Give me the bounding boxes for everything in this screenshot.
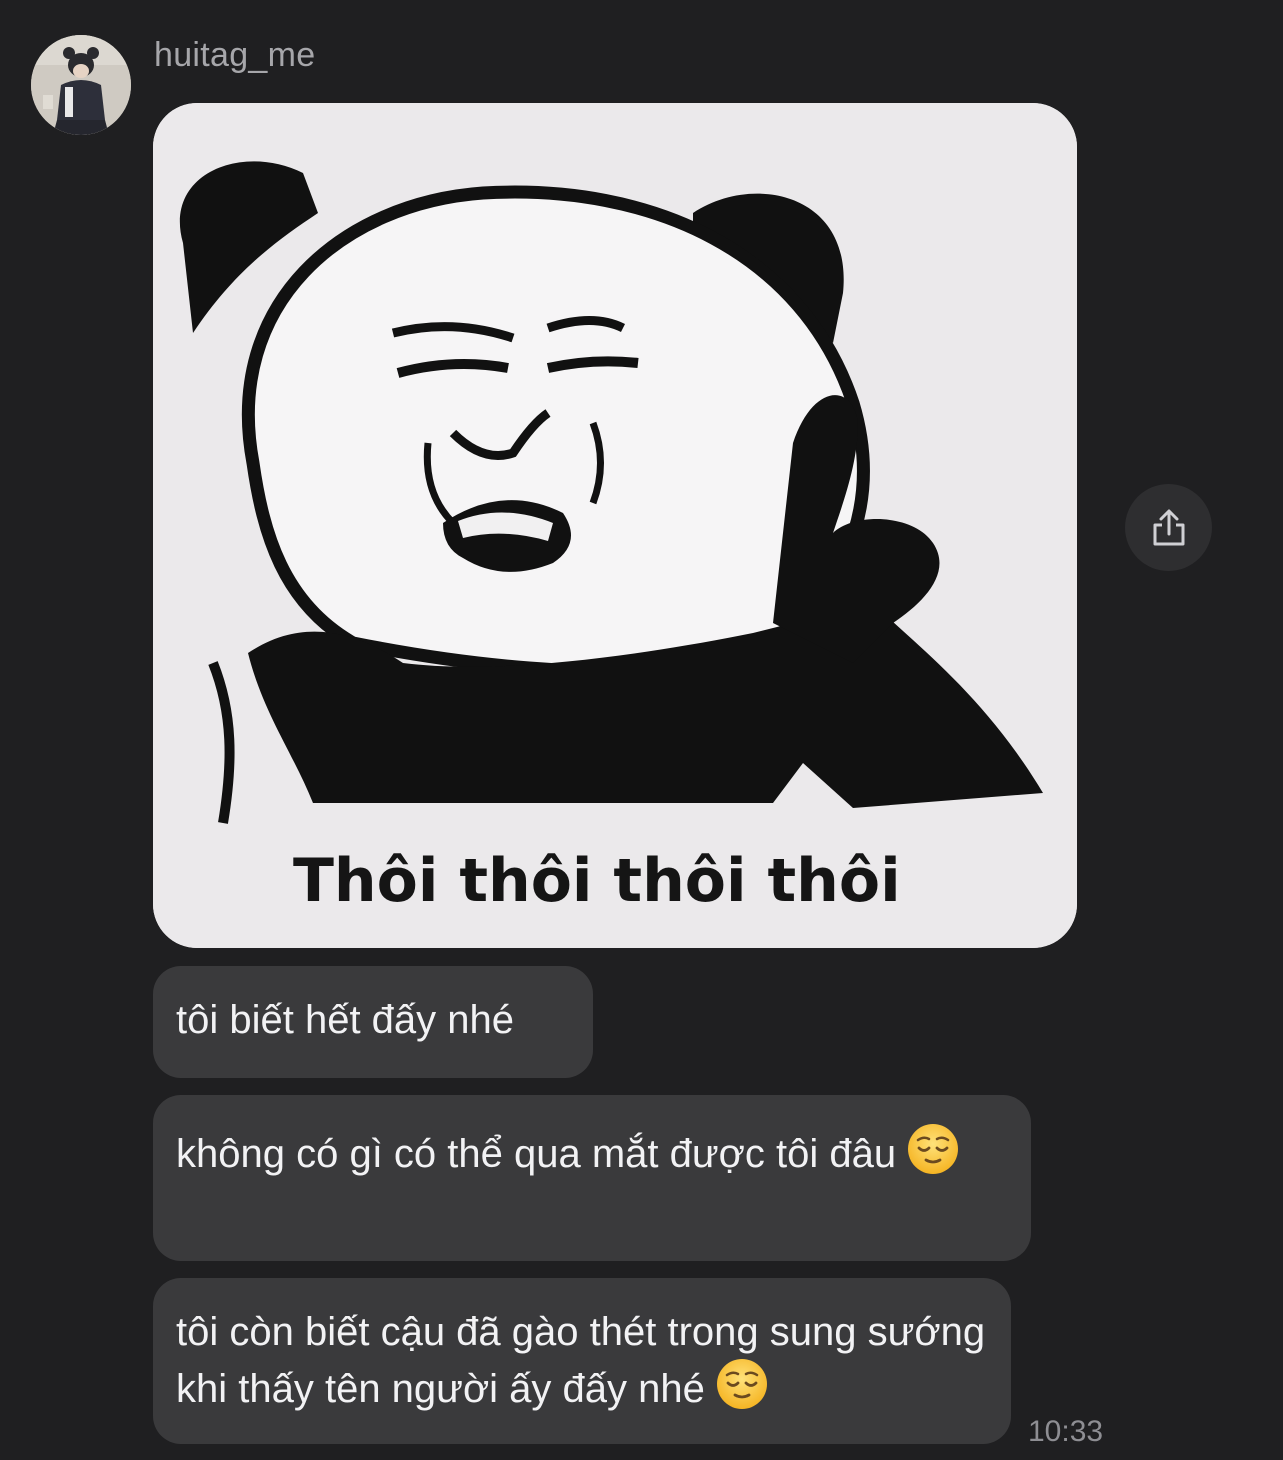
message-bubble[interactable]: tôi còn biết cậu đã gào thét trong sung … (153, 1278, 1011, 1444)
message-text: không có gì có thể qua mắt được tôi đâu (176, 1132, 897, 1176)
share-button[interactable] (1125, 484, 1212, 571)
sender-name[interactable]: huitag_me (154, 36, 315, 75)
avatar[interactable] (31, 35, 131, 135)
message-timestamp: 10:33 (1028, 1415, 1104, 1448)
sticker-caption: Thôi thôi thôi thôi (293, 846, 901, 916)
message-bubble[interactable]: tôi biết hết đấy nhé (153, 966, 593, 1078)
avatar-photo (31, 35, 131, 135)
message-bubble[interactable]: không có gì có thể qua mắt được tôi đâu (153, 1095, 1031, 1261)
relieved-face-icon (717, 1359, 768, 1409)
share-icon (1153, 509, 1184, 545)
message-text: tôi biết hết đấy nhé (176, 998, 515, 1042)
message-text: tôi còn biết cậu đã gào thét trong sung … (176, 1310, 986, 1411)
panda-sticker[interactable]: Thôi thôi thôi thôi (153, 103, 1077, 948)
relieved-face-icon (908, 1124, 959, 1174)
panda-meme-image: Thôi thôi thôi thôi (153, 103, 1077, 948)
